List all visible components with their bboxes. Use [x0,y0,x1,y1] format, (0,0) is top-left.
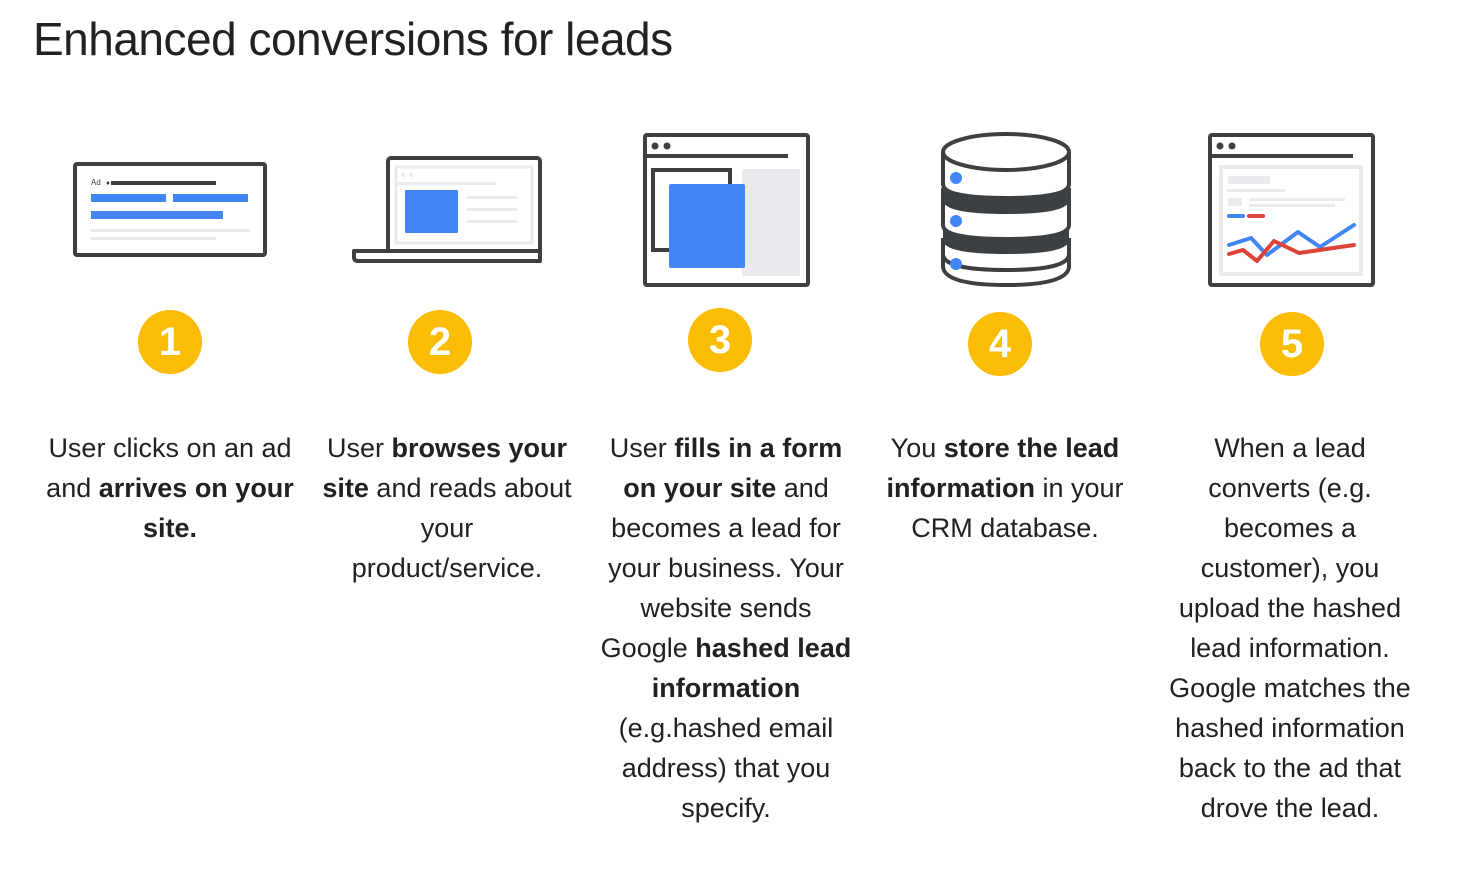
ad-label: Ad [91,178,101,187]
step-number-badge: 5 [1260,312,1324,376]
step-description: User clicks on an ad and arrives on your… [46,433,294,543]
laptop-icon [352,156,542,263]
step-number-badge: 3 [688,308,752,372]
page-title: Enhanced conversions for leads [33,13,673,65]
database-icon [941,132,1071,288]
step-description: User browses your site and reads about y… [322,433,572,583]
step-description: User fills in a form on your site and be… [600,433,852,823]
step-description: When a lead converts (e.g. becomes a cus… [1169,433,1411,823]
web-form-icon [643,133,810,287]
step-description: You store the lead information in your C… [886,433,1124,543]
step-number-badge: 1 [138,310,202,374]
step-number-badge: 2 [408,310,472,374]
step-number-badge: 4 [968,312,1032,376]
search-ad-icon: Ad [73,162,267,257]
analytics-report-icon [1208,133,1375,287]
